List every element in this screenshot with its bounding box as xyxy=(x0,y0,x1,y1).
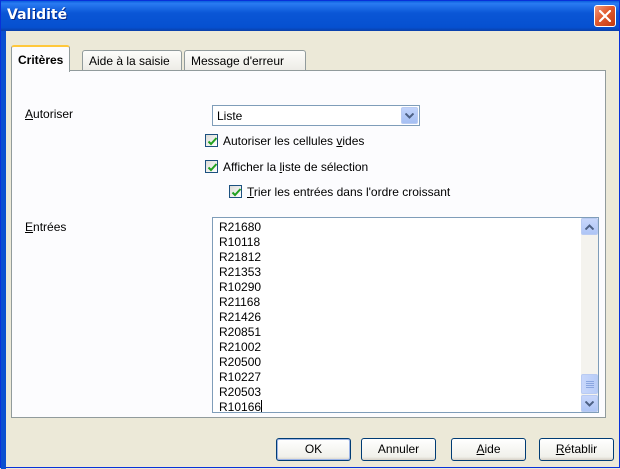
entry-line: R20851 xyxy=(219,325,262,339)
allow-select[interactable]: Liste xyxy=(212,105,420,126)
help-button[interactable]: Aide xyxy=(451,438,526,461)
tab-label: Message d'erreur xyxy=(191,54,284,68)
entry-line: R21002 xyxy=(219,340,262,354)
validity-dialog: Validité Critères Aide à la saisie Messa… xyxy=(0,0,620,469)
window-title: Validité xyxy=(7,7,68,23)
scroll-up-button[interactable] xyxy=(581,218,598,235)
checkbox-label: Trier les entrées dans l'ordre croissant xyxy=(247,185,451,199)
close-button[interactable] xyxy=(594,5,616,27)
entry-line: R21426 xyxy=(219,310,262,324)
tab-message-erreur[interactable]: Message d'erreur xyxy=(184,50,306,71)
entry-line: R10290 xyxy=(219,280,262,294)
check-icon xyxy=(207,163,218,172)
reset-label: Rétablir xyxy=(555,442,598,456)
checkbox-box[interactable] xyxy=(205,160,218,173)
grip-line xyxy=(586,387,594,388)
entry-line: R21680 xyxy=(219,220,262,234)
cancel-button[interactable]: Annuler xyxy=(361,438,436,461)
grip-line xyxy=(586,385,594,386)
check-icon xyxy=(207,137,218,146)
checkbox-label: Autoriser les cellules vides xyxy=(223,134,365,148)
entry-line: R10118 xyxy=(219,235,261,249)
close-icon xyxy=(599,10,611,22)
ok-label: OK xyxy=(304,442,323,456)
window-frame-left xyxy=(1,31,6,469)
entry-line: R21168 xyxy=(219,295,261,309)
check-icon xyxy=(231,188,242,197)
checkbox-box[interactable] xyxy=(205,134,218,147)
allow-select-value: Liste xyxy=(217,109,243,123)
entries-textarea[interactable]: R21680 R10118 R21812 R21353 R10290 R2116… xyxy=(212,217,599,413)
tab-label: Critères xyxy=(18,53,64,67)
dropdown-button[interactable] xyxy=(401,107,418,124)
chevron-down-icon xyxy=(405,113,414,119)
entry-line-last: R10166 xyxy=(219,400,263,413)
scroll-thumb[interactable] xyxy=(581,374,598,394)
grip-line xyxy=(586,383,594,384)
entry-line: R20500 xyxy=(219,355,262,369)
checkbox-label: Afficher la liste de sélection xyxy=(223,160,369,174)
entries-list: R21680 R10118 R21812 R21353 R10290 R2116… xyxy=(219,220,263,413)
tab-aide-saisie[interactable]: Aide à la saisie xyxy=(82,50,182,71)
reset-button[interactable]: Rétablir xyxy=(539,438,614,461)
entry-line: R21812 xyxy=(219,250,262,264)
tab-label: Aide à la saisie xyxy=(89,54,170,68)
title-bar[interactable]: Validité xyxy=(1,1,619,31)
criteria-panel: Autoriser Liste Autoriser les cellules v… xyxy=(11,70,606,418)
text-caret xyxy=(261,400,263,412)
entry-line: R21353 xyxy=(219,265,262,279)
entry-line: R20503 xyxy=(219,385,262,399)
allow-label: Autoriser xyxy=(25,107,74,121)
grip-line xyxy=(586,381,594,382)
scroll-down-button[interactable] xyxy=(581,395,598,412)
cancel-label: Annuler xyxy=(377,442,420,456)
checkbox-box[interactable] xyxy=(229,185,242,198)
chevron-down-icon xyxy=(585,401,594,407)
entry-line: R10227 xyxy=(219,370,262,384)
tab-criteres[interactable]: Critères xyxy=(11,45,71,72)
chevron-up-icon xyxy=(585,224,594,230)
ok-button[interactable]: OK xyxy=(276,438,351,461)
vertical-scrollbar[interactable] xyxy=(581,218,598,412)
entries-label: Entrées xyxy=(25,220,67,234)
help-label: Aide xyxy=(476,442,501,456)
